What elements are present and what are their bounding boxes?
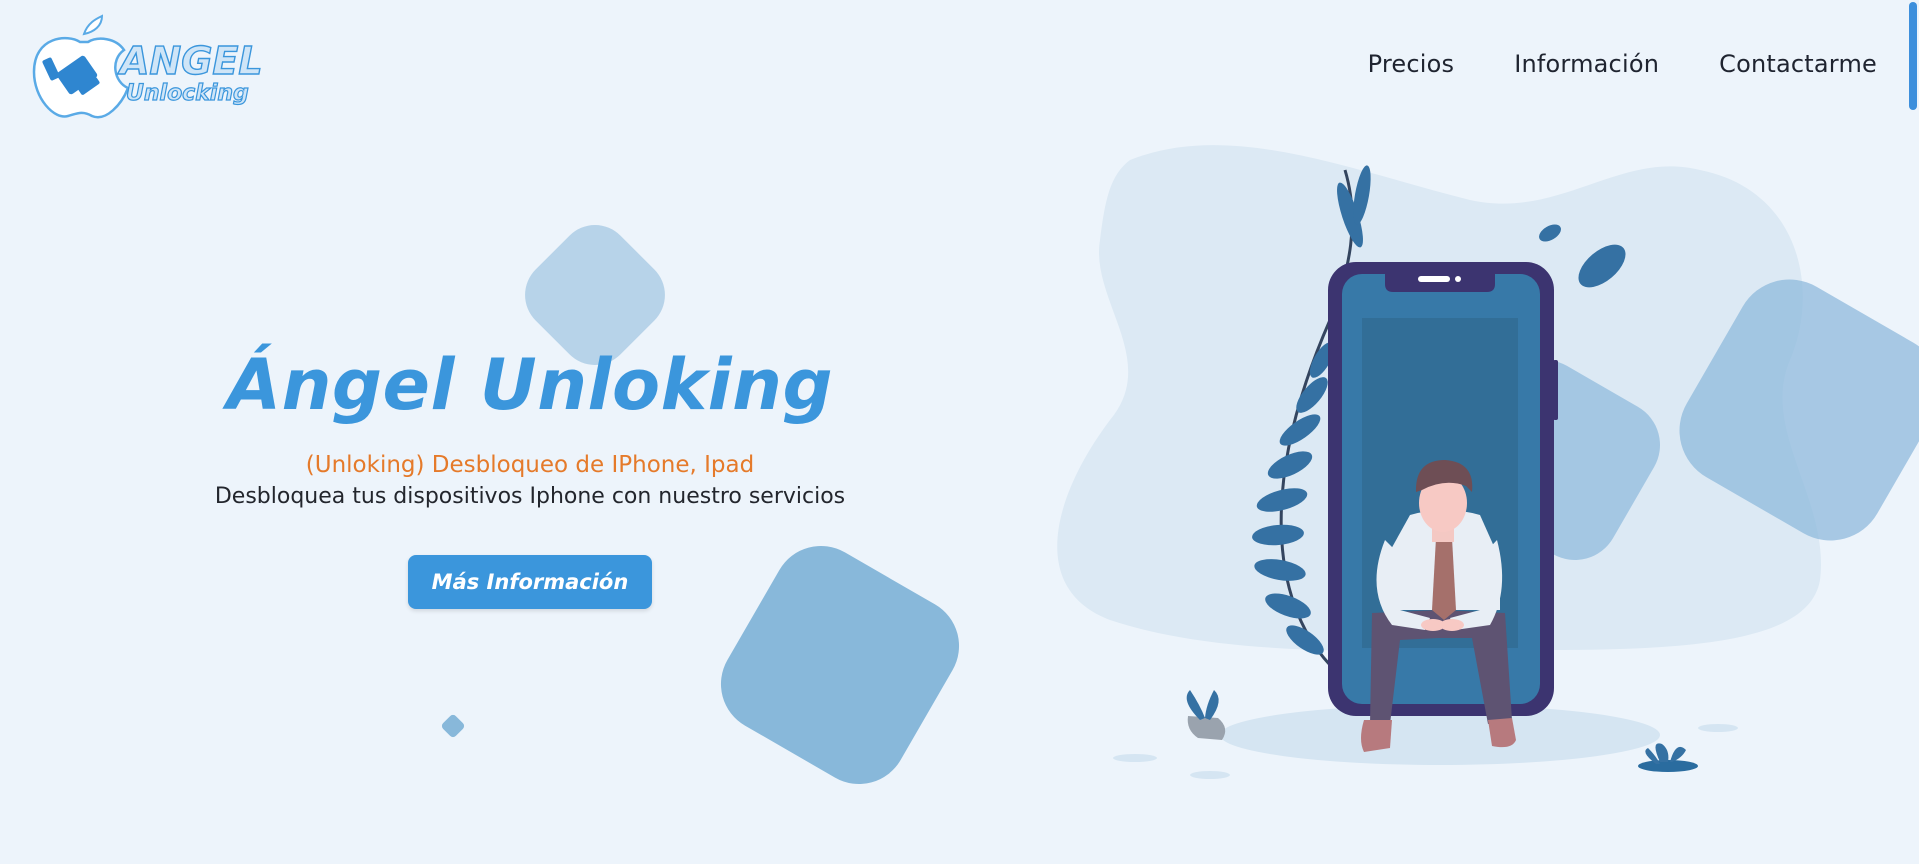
decorative-shape-small bbox=[441, 714, 465, 738]
hero-title: Ángel Unloking bbox=[226, 344, 834, 426]
site-logo[interactable]: ANGEL Unlocking bbox=[28, 12, 268, 122]
main-nav: Precios Información Contactarme bbox=[1368, 50, 1877, 78]
nav-item-precios[interactable]: Precios bbox=[1368, 50, 1455, 78]
phone-person-illustration bbox=[1057, 145, 1919, 779]
hero-description: Desbloquea tus dispositivos Iphone con n… bbox=[214, 484, 846, 509]
nav-item-contactarme[interactable]: Contactarme bbox=[1719, 50, 1877, 78]
hero-subtitle: (Unloking) Desbloqueo de IPhone, Ipad bbox=[305, 452, 755, 478]
nav-item-informacion[interactable]: Información bbox=[1514, 50, 1659, 78]
svg-text:Unlocking: Unlocking bbox=[126, 81, 249, 106]
svg-text:ANGEL: ANGEL bbox=[117, 39, 263, 83]
hero-section: Ángel Unloking (Unloking) Desbloqueo de … bbox=[150, 350, 910, 609]
more-info-button[interactable]: Más Información bbox=[407, 555, 653, 609]
scrollbar-thumb[interactable] bbox=[1909, 2, 1917, 110]
apple-chess-logo-icon: ANGEL Unlocking bbox=[32, 14, 263, 119]
